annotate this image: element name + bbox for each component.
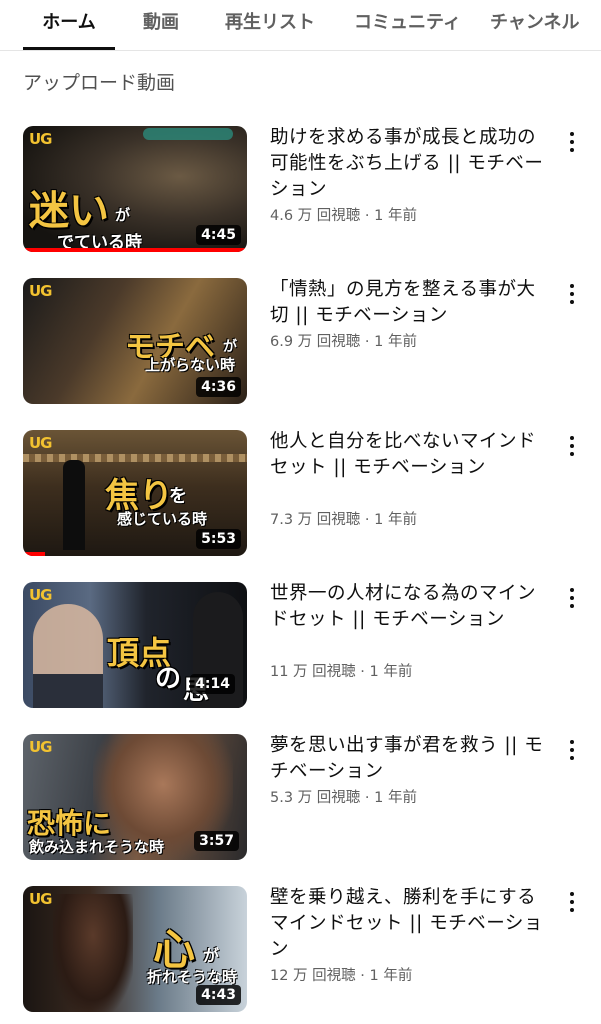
video-meta: 4.6 万 回視聴 · 1 年前 bbox=[270, 208, 417, 224]
video-title[interactable]: 世界一の人材になる為のマインドセット || モチベーション bbox=[270, 581, 545, 633]
tab-playlists[interactable]: 再生リスト bbox=[215, 0, 325, 50]
video-item[interactable]: UG 頂点 の 思 4:14 世界一の人材になる為のマインドセット || モチベ… bbox=[0, 582, 601, 712]
video-thumbnail[interactable]: UG 恐怖に 飲み込まれそうな時 3:57 bbox=[23, 734, 247, 860]
video-thumbnail[interactable]: UG 焦り を 感じている時 5:53 bbox=[23, 430, 247, 556]
watch-progress-bar bbox=[23, 552, 46, 556]
more-options-icon[interactable] bbox=[562, 890, 582, 914]
tab-channel[interactable]: チャンネル bbox=[490, 0, 600, 50]
watch-progress-bar bbox=[23, 248, 247, 252]
video-title[interactable]: 夢を思い出す事が君を救う || モチベーション bbox=[270, 733, 545, 785]
video-item[interactable]: UG 迷い が でている時 4:45 助けを求める事が成長と成功の可能性をぶち上… bbox=[0, 126, 601, 256]
video-meta: 6.9 万 回視聴 · 1 年前 bbox=[270, 334, 417, 350]
thumbnail-caption-sub: 飲み込まれそうな時 bbox=[29, 838, 165, 856]
video-title[interactable]: 助けを求める事が成長と成功の可能性をぶち上げる || モチベーション bbox=[270, 125, 545, 203]
video-duration: 4:43 bbox=[196, 985, 241, 1005]
channel-logo: UG bbox=[29, 282, 52, 300]
video-meta: 5.3 万 回視聴 · 1 年前 bbox=[270, 790, 417, 806]
tab-videos[interactable]: 動画 bbox=[127, 0, 195, 50]
more-options-icon[interactable] bbox=[562, 434, 582, 458]
video-title[interactable]: 「情熱」の見方を整える事が大切 || モチベーション bbox=[270, 277, 545, 329]
video-duration: 5:53 bbox=[196, 529, 241, 549]
thumbnail-caption-particle: を bbox=[169, 486, 187, 507]
more-options-icon[interactable] bbox=[562, 586, 582, 610]
channel-logo: UG bbox=[29, 738, 52, 756]
video-item[interactable]: UG モチベ が 上がらない時 4:36 「情熱」の見方を整える事が大切 || … bbox=[0, 278, 601, 408]
channel-tab-bar: ホーム 動画 再生リスト コミュニティ チャンネル bbox=[0, 0, 601, 51]
thumbnail-caption-particle: の bbox=[155, 664, 182, 694]
video-thumbnail[interactable]: UG 頂点 の 思 4:14 bbox=[23, 582, 247, 708]
channel-logo: UG bbox=[29, 586, 52, 604]
video-duration: 3:57 bbox=[194, 831, 239, 851]
video-duration: 4:45 bbox=[196, 225, 241, 245]
thumbnail-caption-particle: が bbox=[203, 946, 220, 965]
video-duration: 4:14 bbox=[190, 674, 235, 694]
video-meta: 11 万 回視聴 · 1 年前 bbox=[270, 664, 413, 680]
video-thumbnail[interactable]: UG 心 が 折れそうな時 4:43 bbox=[23, 886, 247, 1012]
thumbnail-caption-particle: が bbox=[115, 206, 131, 224]
video-item[interactable]: UG 焦り を 感じている時 5:53 他人と自分を比べないマインドセット ||… bbox=[0, 430, 601, 560]
thumbnail-caption-sub: 感じている時 bbox=[117, 510, 208, 528]
video-item[interactable]: UG 心 が 折れそうな時 4:43 壁を乗り越え、勝利を手にするマインドセット… bbox=[0, 886, 601, 1016]
more-options-icon[interactable] bbox=[562, 130, 582, 154]
channel-logo: UG bbox=[29, 130, 52, 148]
thumbnail-caption-sub: 上がらない時 bbox=[145, 356, 236, 374]
video-title[interactable]: 壁を乗り越え、勝利を手にするマインドセット || モチベーション bbox=[270, 885, 545, 963]
thumbnail-caption-sub: 折れそうな時 bbox=[147, 968, 238, 986]
more-options-icon[interactable] bbox=[562, 282, 582, 306]
video-item[interactable]: UG 恐怖に 飲み込まれそうな時 3:57 夢を思い出す事が君を救う || モチ… bbox=[0, 734, 601, 864]
video-title[interactable]: 他人と自分を比べないマインドセット || モチベーション bbox=[270, 429, 545, 481]
video-thumbnail[interactable]: UG モチベ が 上がらない時 4:36 bbox=[23, 278, 247, 404]
video-duration: 4:36 bbox=[196, 377, 241, 397]
channel-logo: UG bbox=[29, 434, 52, 452]
channel-logo: UG bbox=[29, 890, 52, 908]
tab-home[interactable]: ホーム bbox=[23, 0, 115, 50]
section-title: アップロード動画 bbox=[23, 72, 176, 94]
tab-community[interactable]: コミュニティ bbox=[345, 0, 470, 50]
thumbnail-caption-particle: が bbox=[223, 339, 237, 355]
video-meta: 7.3 万 回視聴 · 1 年前 bbox=[270, 512, 417, 528]
video-meta: 12 万 回視聴 · 1 年前 bbox=[270, 968, 413, 984]
video-thumbnail[interactable]: UG 迷い が でている時 4:45 bbox=[23, 126, 247, 252]
more-options-icon[interactable] bbox=[562, 738, 582, 762]
